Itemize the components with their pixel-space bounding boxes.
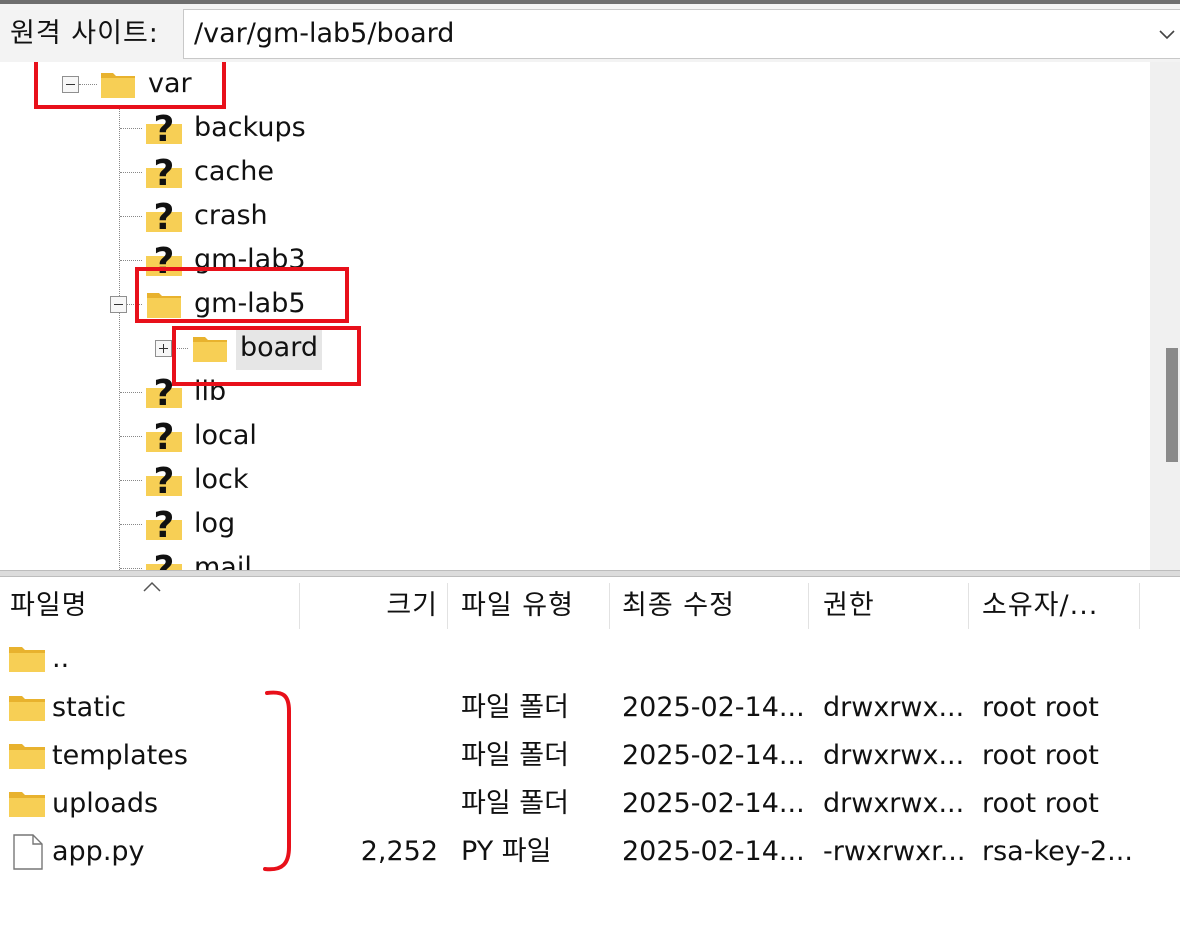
unknown-folder-icon: ?: [146, 549, 182, 570]
file-name: static: [52, 692, 127, 723]
tree-item-label: log: [194, 508, 236, 539]
file-owner: rsa-key-2...: [982, 836, 1133, 867]
svg-text:?: ?: [154, 505, 175, 544]
svg-text:?: ?: [154, 549, 175, 570]
unknown-folder-icon: ?: [146, 153, 182, 192]
annotation-box-board: [172, 326, 361, 386]
tree-item-crash[interactable]: ? crash: [0, 194, 1150, 238]
file-owner: root root: [982, 692, 1099, 723]
column-header-permissions[interactable]: 권한: [823, 577, 969, 635]
file-owner: root root: [982, 788, 1099, 819]
annotation-box-gm-lab5: [135, 267, 349, 323]
column-separator[interactable]: [609, 583, 610, 629]
svg-text:?: ?: [154, 461, 175, 500]
column-header-type[interactable]: 파일 유형: [461, 577, 611, 635]
tree-item-local[interactable]: ? local: [0, 414, 1150, 458]
file-modified: 2025-02-14...: [622, 788, 805, 819]
unknown-folder-icon: ?: [146, 505, 182, 544]
file-modified: 2025-02-14...: [622, 692, 805, 723]
unknown-folder-icon: ?: [146, 417, 182, 456]
tree-item-cache[interactable]: ? cache: [0, 150, 1150, 194]
annotation-bracket: [263, 690, 291, 872]
file-size: 2,252: [360, 836, 438, 867]
svg-text:?: ?: [154, 197, 175, 236]
tree-item-label: lock: [194, 464, 249, 495]
file-row-uploads[interactable]: uploads 파일 폴더 2025-02-14... drwxrwx... r…: [0, 780, 1180, 828]
collapse-icon[interactable]: [110, 296, 127, 313]
column-separator[interactable]: [808, 583, 809, 629]
folder-icon: [9, 744, 45, 769]
file-row-static[interactable]: static 파일 폴더 2025-02-14... drwxrwx... ro…: [0, 684, 1180, 732]
tree-item-label: cache: [194, 156, 274, 187]
remote-file-list: 파일명 크기 파일 유형 최종 수정 권한 소유자/... .. static …: [0, 577, 1180, 940]
unknown-folder-icon: ?: [146, 109, 182, 148]
chevron-down-icon[interactable]: [1157, 24, 1177, 44]
folder-icon: [9, 696, 45, 721]
file-permissions: -rwxrwxr...: [823, 836, 966, 867]
folder-icon: [9, 647, 45, 672]
tree-item-label: local: [194, 420, 257, 451]
svg-text:?: ?: [154, 417, 175, 456]
folder-icon: [9, 792, 45, 817]
tree-item-label: mail: [194, 552, 252, 570]
file-type: PY 파일: [461, 836, 552, 867]
tree-scrollbar[interactable]: [1150, 62, 1180, 570]
file-permissions: drwxrwx...: [823, 740, 965, 771]
file-name: ..: [52, 643, 70, 674]
file-name: app.py: [52, 836, 145, 867]
remote-directory-tree: var ? backups ? cache ? crash ? gm-lab3: [0, 62, 1180, 570]
tree-item-mail[interactable]: ? mail: [0, 546, 1150, 570]
pane-splitter[interactable]: [0, 570, 1180, 577]
column-header-owner[interactable]: 소유자/...: [982, 577, 1142, 635]
column-separator[interactable]: [968, 583, 969, 629]
file-type: 파일 폴더: [461, 692, 569, 723]
file-row-parent[interactable]: ..: [0, 635, 1180, 683]
svg-text:?: ?: [154, 153, 175, 192]
column-separator[interactable]: [1139, 583, 1140, 629]
file-modified: 2025-02-14...: [622, 740, 805, 771]
file-name: uploads: [52, 788, 159, 819]
unknown-folder-icon: ?: [146, 461, 182, 500]
file-owner: root root: [982, 740, 1099, 771]
file-type: 파일 폴더: [461, 740, 569, 771]
annotation-box-var: [34, 62, 226, 109]
sort-ascending-icon: [143, 581, 161, 592]
remote-path-input[interactable]: /var/gm-lab5/board: [183, 9, 1180, 59]
tree-item-backups[interactable]: ? backups: [0, 106, 1150, 150]
column-header-modified[interactable]: 최종 수정: [622, 577, 808, 635]
tree-item-label: crash: [194, 200, 268, 231]
file-row-app-py[interactable]: app.py 2,252 PY 파일 2025-02-14... -rwxrwx…: [0, 828, 1180, 876]
expand-icon[interactable]: [155, 340, 172, 357]
file-icon: [13, 834, 43, 870]
unknown-folder-icon: ?: [146, 197, 182, 236]
file-permissions: drwxrwx...: [823, 692, 965, 723]
file-row-templates[interactable]: templates 파일 폴더 2025-02-14... drwxrwx...…: [0, 732, 1180, 780]
tree-item-label: backups: [194, 112, 306, 143]
file-type: 파일 폴더: [461, 788, 569, 819]
file-name: templates: [52, 740, 188, 771]
file-modified: 2025-02-14...: [622, 836, 805, 867]
remote-path-value: /var/gm-lab5/board: [194, 18, 455, 49]
remote-site-bar: 원격 사이트: /var/gm-lab5/board: [0, 0, 1180, 62]
svg-text:?: ?: [154, 109, 175, 148]
remote-site-label: 원격 사이트:: [10, 18, 159, 49]
tree-item-lock[interactable]: ? lock: [0, 458, 1150, 502]
column-separator[interactable]: [447, 583, 448, 629]
tree-item-log[interactable]: ? log: [0, 502, 1150, 546]
scrollbar-thumb[interactable]: [1166, 348, 1178, 462]
column-header-size[interactable]: 크기: [300, 577, 438, 635]
file-permissions: drwxrwx...: [823, 788, 965, 819]
